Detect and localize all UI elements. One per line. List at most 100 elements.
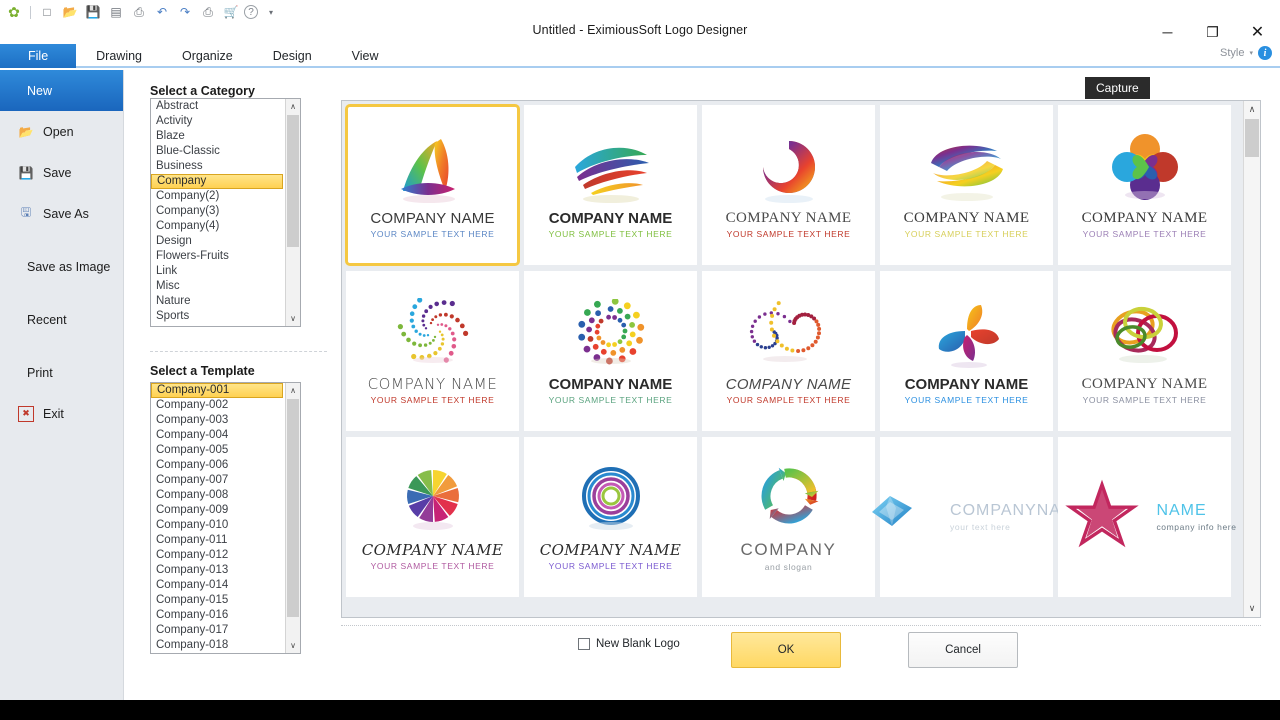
logo-thumbnail-2[interactable]: COMPANY NAME YOUR SAMPLE TEXT HERE <box>524 105 697 265</box>
scroll-down-icon[interactable]: ∨ <box>286 638 300 653</box>
category-item-company3[interactable]: Company(3) <box>151 204 285 219</box>
open-icon[interactable]: 📂 <box>60 3 80 21</box>
dot-spiral-1-icon <box>380 297 485 373</box>
cart-icon[interactable]: 🛒 <box>221 3 241 21</box>
logo-thumbnail-6[interactable]: COMPANY NAME YOUR SAMPLE TEXT HERE <box>346 271 519 431</box>
redo-icon[interactable]: ↷ <box>175 3 195 21</box>
template-item-company-003[interactable]: Company-003 <box>151 413 285 428</box>
logo-thumbnail-5[interactable]: COMPANY NAME YOUR SAMPLE TEXT HERE <box>1058 105 1231 265</box>
category-item-blue-classic[interactable]: Blue-Classic <box>151 144 285 159</box>
category-item-activity[interactable]: Activity <box>151 114 285 129</box>
ribbon-tabs[interactable]: File Drawing Organize Design View <box>0 44 399 68</box>
scroll-up-icon[interactable]: ∧ <box>286 99 300 114</box>
category-scrollbar[interactable]: ∧ ∨ <box>285 99 300 326</box>
tab-drawing[interactable]: Drawing <box>76 44 162 68</box>
category-item-flowers-fruits[interactable]: Flowers-Fruits <box>151 249 285 264</box>
backstage-item-save-as-image[interactable]: Save as Image <box>0 246 123 287</box>
backstage-item-exit[interactable]: ✖ Exit <box>0 393 123 434</box>
app-logo-icon[interactable]: ✿ <box>4 3 24 21</box>
backstage-item-recent[interactable]: Recent <box>0 299 123 340</box>
logo-thumbnail-4[interactable]: COMPANY NAME YOUR SAMPLE TEXT HERE <box>880 105 1053 265</box>
category-item-abstract[interactable]: Abstract <box>151 99 285 114</box>
logo-tagline: YOUR SAMPLE TEXT HERE <box>1082 228 1207 239</box>
logo-thumbnail-1[interactable]: COMPANY NAME YOUR SAMPLE TEXT HERE <box>345 104 520 266</box>
template-item-company-016[interactable]: Company-016 <box>151 608 285 623</box>
backstage-item-label: Exit <box>43 406 64 421</box>
quick-access-toolbar[interactable]: ✿ □ 📂 💾 ▤ ⎙ ↶ ↷ ⎙ 🛒? ▾ <box>4 2 281 22</box>
logo-thumbnail-8[interactable]: COMPANY NAME YOUR SAMPLE TEXT HERE <box>702 271 875 431</box>
backstage-item-new[interactable]: New <box>0 70 123 111</box>
logo-thumbnail-12[interactable]: COMPANY NAME YOUR SAMPLE TEXT HERE <box>524 437 697 597</box>
category-item-misc[interactable]: Misc <box>151 279 285 294</box>
template-item-company-011[interactable]: Company-011 <box>151 533 285 548</box>
customize-caret-icon[interactable]: ▾ <box>261 3 281 21</box>
logo-thumbnail-15[interactable]: NAME company info here <box>1058 437 1236 597</box>
template-scrollbar[interactable]: ∧ ∨ <box>285 383 300 653</box>
template-item-company-015[interactable]: Company-015 <box>151 593 285 608</box>
gallery-scrollbar[interactable]: ∧ ∨ <box>1243 101 1260 617</box>
info-icon[interactable]: i <box>1258 46 1272 60</box>
category-listbox[interactable]: Abstract Activity Blaze Blue-Classic Busines… <box>150 98 301 327</box>
cancel-button[interactable]: Cancel <box>908 632 1018 668</box>
stamp-icon[interactable]: ⎙ <box>198 3 218 21</box>
template-item-company-002[interactable]: Company-002 <box>151 398 285 413</box>
checkbox-box[interactable] <box>578 638 590 650</box>
template-item-company-010[interactable]: Company-010 <box>151 518 285 533</box>
category-item-business[interactable]: Business <box>151 159 285 174</box>
backstage-item-save-as[interactable]: 🖫 Save As <box>0 193 123 234</box>
logo-thumbnail-3[interactable]: COMPANY NAME YOUR SAMPLE TEXT HERE <box>702 105 875 265</box>
save-icon[interactable]: 💾 <box>83 3 103 21</box>
scroll-thumb[interactable] <box>287 115 299 247</box>
template-item-company-017[interactable]: Company-017 <box>151 623 285 638</box>
new-blank-logo-checkbox[interactable]: New Blank Logo <box>578 638 680 650</box>
undo-icon[interactable]: ↶ <box>152 3 172 21</box>
scroll-down-icon[interactable]: ∨ <box>1244 600 1260 617</box>
style-menu[interactable]: Style ▾ i <box>1220 46 1272 60</box>
scroll-up-icon[interactable]: ∧ <box>286 383 300 398</box>
logo-thumbnail-11[interactable]: COMPANY NAME YOUR SAMPLE TEXT HERE <box>346 437 519 597</box>
new-icon[interactable]: □ <box>37 3 57 21</box>
template-item-company-005[interactable]: Company-005 <box>151 443 285 458</box>
help-icon[interactable]: ? <box>244 5 258 19</box>
backstage-item-save[interactable]: 💾 Save <box>0 152 123 193</box>
scroll-up-icon[interactable]: ∧ <box>1244 101 1260 118</box>
template-item-company-013[interactable]: Company-013 <box>151 563 285 578</box>
logo-thumbnail-14[interactable]: COMPANYNAME your text here <box>872 437 1086 597</box>
scroll-down-icon[interactable]: ∨ <box>286 311 300 326</box>
print-icon[interactable]: ⎙ <box>129 3 149 21</box>
logo-thumbnail-10[interactable]: COMPANY NAME YOUR SAMPLE TEXT HERE <box>1058 271 1231 431</box>
export-icon[interactable]: ▤ <box>106 3 126 21</box>
template-item-company-018[interactable]: Company-018 <box>151 638 285 653</box>
template-item-company-007[interactable]: Company-007 <box>151 473 285 488</box>
category-item-blaze[interactable]: Blaze <box>151 129 285 144</box>
tab-file[interactable]: File <box>0 44 77 68</box>
category-item-design[interactable]: Design <box>151 234 285 249</box>
category-item-company4[interactable]: Company(4) <box>151 219 285 234</box>
tab-organize[interactable]: Organize <box>162 44 253 68</box>
template-item-company-004[interactable]: Company-004 <box>151 428 285 443</box>
logo-thumbnail-9[interactable]: COMPANY NAME YOUR SAMPLE TEXT HERE <box>880 271 1053 431</box>
backstage-item-print[interactable]: Print <box>0 352 123 393</box>
tab-view[interactable]: View <box>332 44 399 68</box>
tab-design[interactable]: Design <box>253 44 332 68</box>
ok-button[interactable]: OK <box>731 632 841 668</box>
scroll-thumb[interactable] <box>1245 119 1259 157</box>
backstage-item-open[interactable]: 📂 Open <box>0 111 123 152</box>
category-item-nature[interactable]: Nature <box>151 294 285 309</box>
category-item-sports[interactable]: Sports <box>151 309 285 324</box>
scroll-thumb[interactable] <box>287 399 299 617</box>
template-item-company-001[interactable]: Company-001 <box>151 383 283 398</box>
category-item-link[interactable]: Link <box>151 264 285 279</box>
template-item-company-012[interactable]: Company-012 <box>151 548 285 563</box>
dot-curl-icon <box>736 298 841 374</box>
ribbon-tab-bar: File Drawing Organize Design View Style ▾ i <box>0 44 1280 68</box>
logo-thumbnail-7[interactable]: COMPANY NAME YOUR SAMPLE TEXT HERE <box>524 271 697 431</box>
template-item-company-009[interactable]: Company-009 <box>151 503 285 518</box>
template-listbox[interactable]: Company-001 Company-002 Company-003 Company… <box>150 382 301 654</box>
template-item-company-008[interactable]: Company-008 <box>151 488 285 503</box>
template-item-company-006[interactable]: Company-006 <box>151 458 285 473</box>
template-item-company-014[interactable]: Company-014 <box>151 578 285 593</box>
backstage-menu[interactable]: New 📂 Open 💾 Save 🖫 Save As Save as Image Recent… <box>0 70 123 700</box>
category-item-company[interactable]: Company <box>151 174 283 189</box>
category-item-company2[interactable]: Company(2) <box>151 189 285 204</box>
